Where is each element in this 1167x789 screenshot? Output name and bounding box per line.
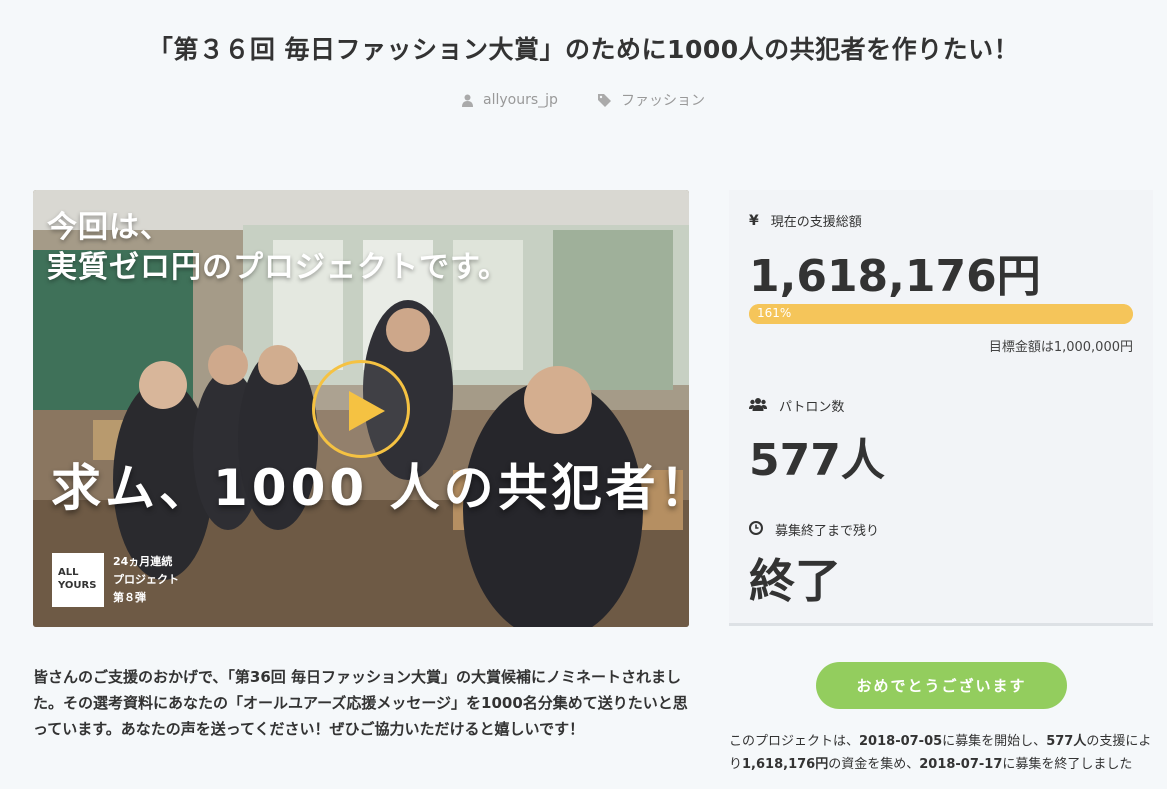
project-summary: このプロジェクトは、2018-07-05に募集を開始し、577人の支援により1,… <box>729 734 1152 772</box>
project-meta: allyours_jp ファッション <box>0 90 1167 110</box>
congratulations-button[interactable]: おめでとうございます <box>816 662 1067 709</box>
stats-panel: ¥ 現在の支援総額 1,618,176円 161% 目標金額は1,000,000… <box>729 190 1153 626</box>
category-link[interactable]: ファッション <box>597 90 705 110</box>
progress-percent: 161% <box>757 306 792 320</box>
progress-fill <box>749 304 1133 324</box>
hero-big-text: 求ム、1000 人の共犯者！ <box>51 459 689 517</box>
patrons-label: パトロン数 <box>749 396 844 415</box>
amount-label: ¥ 現在の支援総額 <box>749 212 862 231</box>
amount-value: 1,618,176円 <box>749 251 1041 302</box>
progress-bar: 161% <box>749 304 1133 324</box>
users-icon <box>749 397 767 415</box>
category-name: ファッション <box>620 93 705 109</box>
user-icon <box>462 94 474 107</box>
tag-icon <box>597 93 611 107</box>
hero-headline-2: 実質ゼロ円のプロジェクトです。 <box>47 250 509 285</box>
patrons-value: 577人 <box>749 435 885 486</box>
author-name: allyours_jp <box>483 92 558 108</box>
project-title: 「第３６回 毎日ファッション大賞」のために1000人の共犯者を作りたい！ <box>147 35 1020 64</box>
allyours-logo: ALL YOURS <box>52 553 104 607</box>
clock-icon <box>749 520 763 539</box>
logo-caption: 24ヵ月連続 プロジェクト 第８弾 <box>113 555 179 604</box>
author-link[interactable]: allyours_jp <box>462 90 558 110</box>
hero-headline-1: 今回は、 <box>47 210 171 245</box>
play-button[interactable] <box>312 360 410 458</box>
play-icon <box>349 391 385 431</box>
goal-amount: 目標金額は1,000,000円 <box>988 340 1133 355</box>
project-description: 皆さんのご支援のおかげで、「第36回 毎日ファッション大賞」の大賞候補にノミネー… <box>33 668 688 738</box>
project-hero-video[interactable]: 今回は、 実質ゼロ円のプロジェクトです。 求ム、1000 人の共犯者！ ALL … <box>33 190 689 627</box>
yen-icon: ¥ <box>749 212 759 229</box>
remaining-label: 募集終了まで残り <box>749 520 879 539</box>
remaining-value: 終了 <box>749 554 841 608</box>
